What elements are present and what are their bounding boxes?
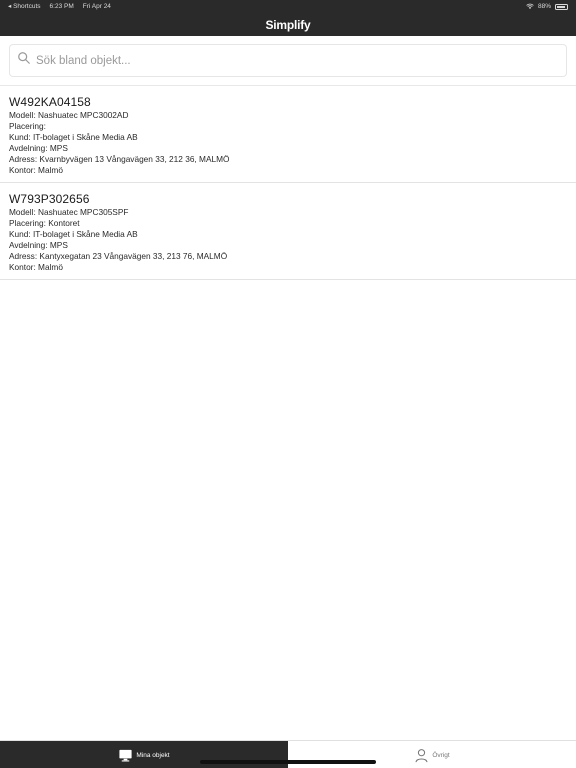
object-department: Avdelning: MPS bbox=[9, 143, 68, 153]
tab-label: Övrigt bbox=[432, 751, 450, 759]
object-office: Kontor: Malmö bbox=[9, 165, 63, 175]
tab-label: Mina objekt bbox=[136, 751, 170, 759]
object-placement: Placering: Kontoret bbox=[9, 218, 80, 228]
object-customer: Kund: IT-bolaget i Skåne Media AB bbox=[9, 229, 138, 239]
object-address: Adress: Kantyxegatan 23 Vångavägen 33, 2… bbox=[9, 251, 228, 261]
search-icon bbox=[18, 51, 30, 64]
back-to-app-link[interactable]: ◂ Shortcuts bbox=[8, 0, 41, 13]
status-left: ◂ Shortcuts 6:23 PM Fri Apr 24 bbox=[8, 0, 111, 13]
home-indicator[interactable] bbox=[200, 760, 376, 764]
battery-percent: 88% bbox=[537, 3, 551, 10]
wifi-icon bbox=[526, 3, 534, 9]
object-id: W793P302656 bbox=[9, 192, 90, 206]
computer-icon bbox=[119, 749, 132, 761]
status-date: Fri Apr 24 bbox=[82, 3, 111, 10]
object-department: Avdelning: MPS bbox=[9, 240, 68, 250]
search-box[interactable] bbox=[9, 44, 567, 77]
object-placement: Placering: bbox=[9, 121, 46, 131]
object-address: Adress: Kvarnbyvägen 13 Vångavägen 33, 2… bbox=[9, 154, 230, 164]
object-office: Kontor: Malmö bbox=[9, 262, 63, 272]
object-id: W492KA04158 bbox=[9, 95, 91, 109]
search-section bbox=[0, 36, 576, 86]
status-bar: ◂ Shortcuts 6:23 PM Fri Apr 24 88% bbox=[0, 0, 576, 13]
battery-icon bbox=[555, 3, 568, 10]
status-right: 88% bbox=[526, 0, 568, 13]
object-model: Modell: Nashuatec MPC3002AD bbox=[9, 110, 129, 120]
list-item[interactable]: W492KA04158 Modell: Nashuatec MPC3002AD … bbox=[0, 86, 576, 183]
search-input[interactable] bbox=[36, 50, 536, 71]
object-model: Modell: Nashuatec MPC305SPF bbox=[9, 207, 129, 217]
person-icon bbox=[415, 748, 428, 762]
page-title: Simplify bbox=[265, 17, 311, 32]
list-item[interactable]: W793P302656 Modell: Nashuatec MPC305SPF … bbox=[0, 183, 576, 280]
object-customer: Kund: IT-bolaget i Skåne Media AB bbox=[9, 132, 138, 142]
navigation-bar: Simplify bbox=[0, 13, 576, 36]
status-time: 6:23 PM bbox=[49, 3, 74, 10]
object-list: W492KA04158 Modell: Nashuatec MPC3002AD … bbox=[0, 86, 576, 280]
